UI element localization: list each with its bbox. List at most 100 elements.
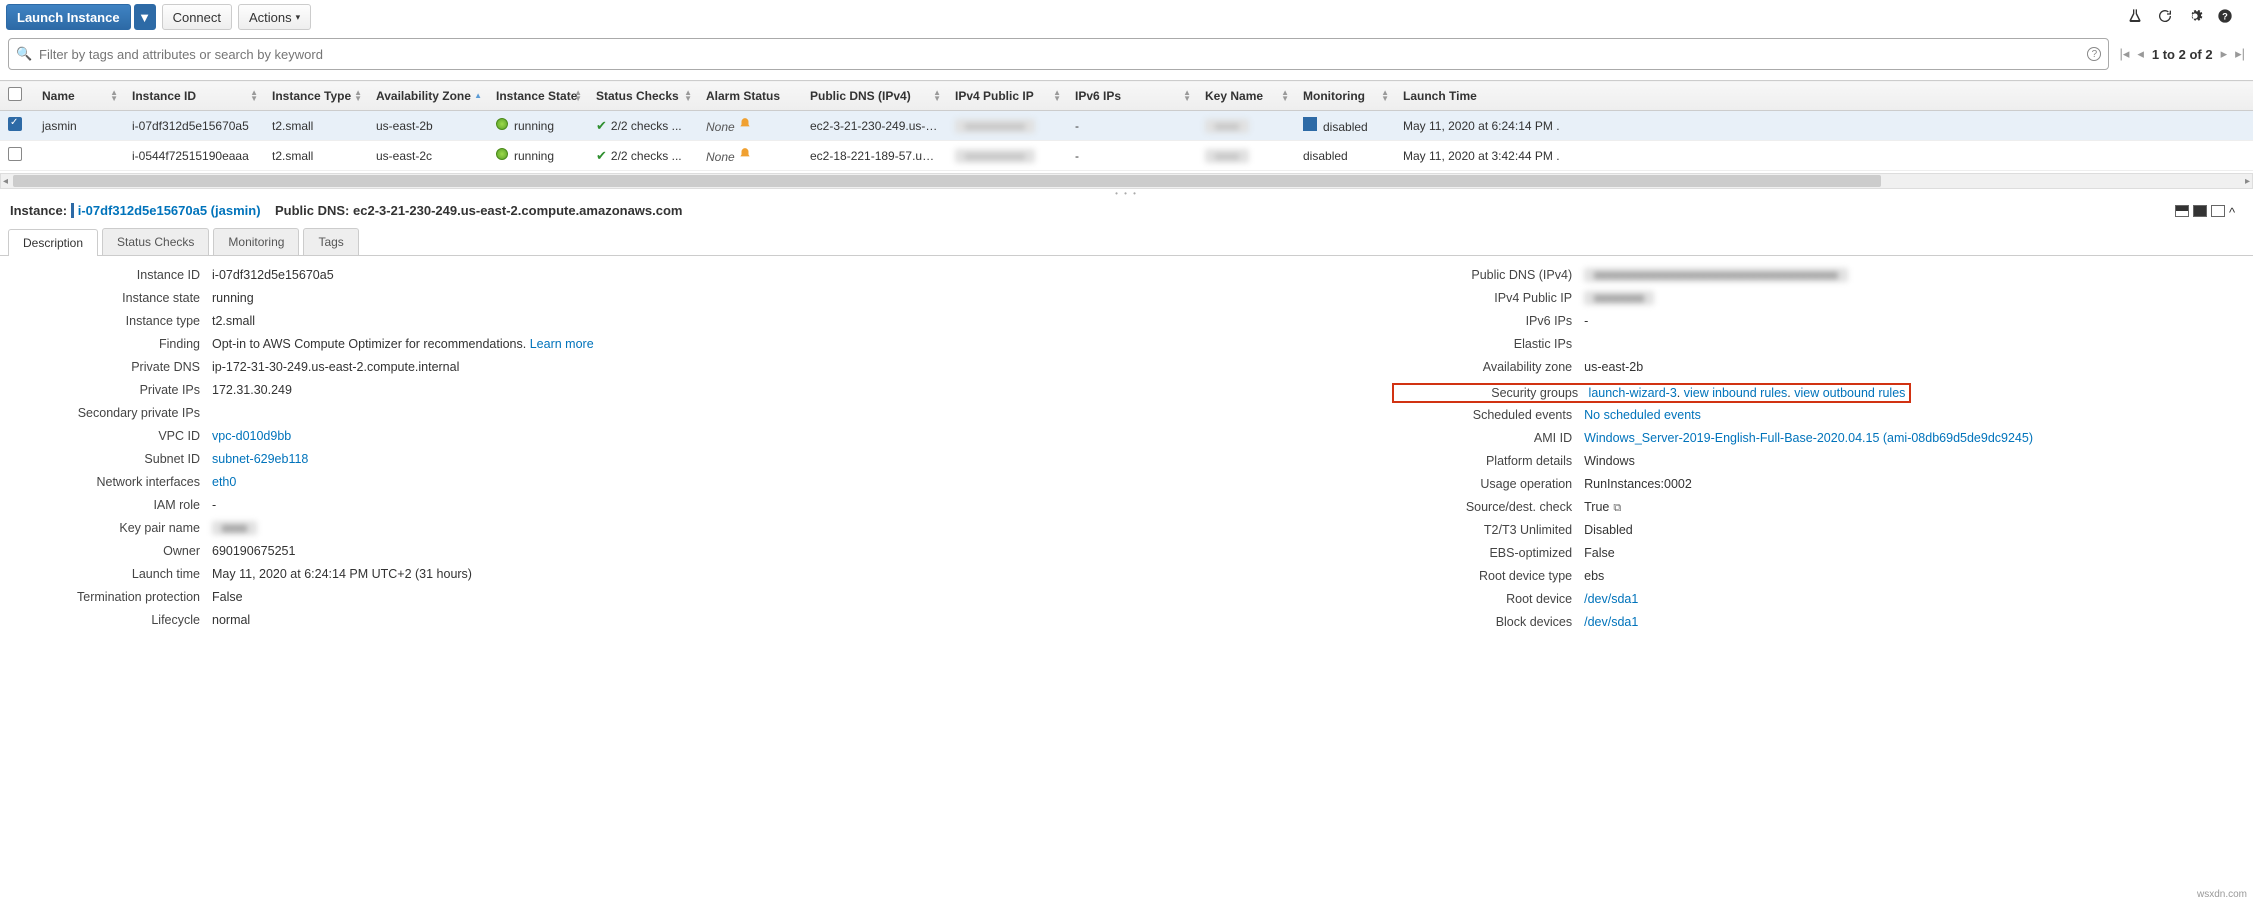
lbl-launch-time: Launch time [20, 567, 200, 581]
table-row[interactable]: i-0544f72515190eaaat2.smallus-east-2crun… [0, 141, 2253, 171]
cell-monitoring: disabled [1295, 141, 1395, 171]
col-monitoring[interactable]: Monitoring▲▼ [1295, 81, 1395, 111]
refresh-icon[interactable] [2157, 8, 2173, 27]
cell-instance-id: i-07df312d5e15670a5 [124, 111, 264, 141]
cell-availability-zone: us-east-2c [368, 141, 488, 171]
lbl-block-devices: Block devices [1392, 615, 1572, 629]
col-ipv4[interactable]: IPv4 Public IP▲▼ [947, 81, 1067, 111]
val-ami-id[interactable]: Windows_Server-2019-English-Full-Base-20… [1584, 431, 2033, 445]
val-vpc-id[interactable]: vpc-d010d9bb [212, 429, 291, 443]
state-running-icon [496, 118, 508, 130]
col-instance-state[interactable]: Instance State▲▼ [488, 81, 588, 111]
page-first-icon[interactable]: |◂ [2119, 46, 2129, 62]
col-status-checks[interactable]: Status Checks▲▼ [588, 81, 698, 111]
col-launch-time[interactable]: Launch Time [1395, 81, 2253, 111]
cell-alarm-status: None [698, 141, 802, 171]
horizontal-scrollbar[interactable]: ◂ ▸ [0, 173, 2253, 189]
link-view-inbound-rules[interactable]: view inbound rules [1684, 386, 1788, 400]
monitoring-basic-icon [1303, 117, 1317, 131]
lbl-instance-id: Instance ID [20, 268, 200, 282]
table-header-row: Name▲▼ Instance ID▲▼ Instance Type▲▼ Ava… [0, 81, 2253, 111]
val-scheduled-events[interactable]: No scheduled events [1584, 408, 1701, 422]
actions-button[interactable]: Actions▾ [238, 4, 311, 30]
lbl-public-dns-ipv4: Public DNS (IPv4) [1392, 268, 1572, 282]
cell-monitoring: disabled [1295, 111, 1395, 141]
alarm-bell-icon[interactable] [738, 117, 752, 131]
launch-instance-button[interactable]: Launch Instance [6, 4, 131, 30]
val-root-device[interactable]: /dev/sda1 [1584, 592, 1638, 606]
val-subnet-id[interactable]: subnet-629eb118 [212, 452, 308, 466]
filter-input[interactable] [8, 38, 2109, 70]
cell-name [34, 141, 124, 171]
col-ipv6[interactable]: IPv6 IPs▲▼ [1067, 81, 1197, 111]
col-key-name[interactable]: Key Name▲▼ [1197, 81, 1295, 111]
alarm-bell-icon[interactable] [738, 147, 752, 161]
val-availability-zone: us-east-2b [1584, 360, 1643, 374]
instance-id-title[interactable]: i-07df312d5e15670a5 (jasmin) [71, 203, 261, 218]
val-network-interfaces[interactable]: eth0 [212, 475, 236, 489]
table-row[interactable]: jasmini-07df312d5e15670a5t2.smallus-east… [0, 111, 2253, 141]
scroll-left-icon[interactable]: ◂ [3, 176, 8, 187]
copy-icon[interactable]: ⧉ [1613, 502, 1621, 514]
val-platform-details: Windows [1584, 454, 1635, 468]
lbl-ebs-optimized: EBS-optimized [1392, 546, 1572, 560]
panel-splitter[interactable]: • • • [0, 189, 2253, 197]
val-security-group-name[interactable]: launch-wizard-3 [1589, 386, 1677, 400]
val-key-pair-name: xxxx [212, 521, 257, 535]
connect-button[interactable]: Connect [162, 4, 232, 30]
tab-description[interactable]: Description [8, 229, 98, 256]
search-wrap: 🔍 ? [8, 38, 2109, 70]
val-root-device-type: ebs [1584, 569, 1604, 583]
layout-3-icon[interactable] [2211, 205, 2225, 217]
pager: |◂ ◂ 1 to 2 of 2 ▸ ▸| [2119, 46, 2245, 62]
cell-public-dns: ec2-3-21-230-249.us-e... [802, 111, 947, 141]
tab-status-checks[interactable]: Status Checks [102, 228, 209, 255]
row-checkbox[interactable] [8, 117, 22, 131]
gear-icon[interactable] [2187, 8, 2203, 27]
cell-availability-zone: us-east-2b [368, 111, 488, 141]
tab-monitoring[interactable]: Monitoring [213, 228, 299, 255]
val-usage-operation: RunInstances:0002 [1584, 477, 1692, 491]
val-instance-state: running [212, 291, 254, 305]
row-checkbox[interactable] [8, 147, 22, 161]
col-public-dns[interactable]: Public DNS (IPv4)▲▼ [802, 81, 947, 111]
col-instance-type[interactable]: Instance Type▲▼ [264, 81, 368, 111]
lbl-secondary-private-ips: Secondary private IPs [20, 406, 200, 420]
layout-1-icon[interactable] [2175, 205, 2189, 217]
layout-2-icon[interactable] [2193, 205, 2207, 217]
filter-help-icon[interactable]: ? [2087, 47, 2101, 61]
col-name[interactable]: Name▲▼ [34, 81, 124, 111]
chevron-up-icon[interactable]: ^ [2229, 205, 2243, 217]
col-instance-id[interactable]: Instance ID▲▼ [124, 81, 264, 111]
col-availability-zone[interactable]: Availability Zone▲ [368, 81, 488, 111]
val-public-dns-ipv4: xxxxxxxxxxxxxxxxxxxxxxxxxxxxxxxxxxxxxxx [1584, 268, 1848, 282]
lbl-platform-details: Platform details [1392, 454, 1572, 468]
learn-more-link[interactable]: Learn more [530, 337, 594, 351]
scrollbar-thumb[interactable] [13, 175, 1881, 187]
public-dns-label: Public DNS: [275, 203, 349, 218]
svg-text:?: ? [2222, 11, 2228, 21]
cell-ipv6: - [1067, 141, 1197, 171]
panel-layout-icons: ^ [2175, 205, 2243, 217]
val-termination-protection: False [212, 590, 243, 604]
select-all-checkbox[interactable] [8, 87, 22, 101]
page-next-icon[interactable]: ▸ [2221, 46, 2228, 62]
val-block-devices[interactable]: /dev/sda1 [1584, 615, 1638, 629]
val-lifecycle: normal [212, 613, 250, 627]
val-instance-id: i-07df312d5e15670a5 [212, 268, 334, 282]
lbl-t2t3-unlimited: T2/T3 Unlimited [1392, 523, 1572, 537]
col-alarm-status[interactable]: Alarm Status [698, 81, 802, 111]
page-last-icon[interactable]: ▸| [2235, 46, 2245, 62]
lbl-root-device-type: Root device type [1392, 569, 1572, 583]
science-icon[interactable] [2127, 8, 2143, 27]
scroll-right-icon[interactable]: ▸ [2245, 176, 2250, 187]
val-ipv4-public-ip: xxxxxxxx [1584, 291, 1654, 305]
link-view-outbound-rules[interactable]: view outbound rules [1794, 386, 1905, 400]
launch-instance-dropdown[interactable]: ▼ [134, 4, 156, 30]
help-icon[interactable]: ? [2217, 8, 2233, 27]
cell-key-name: xxxx [1197, 111, 1295, 141]
lbl-instance-type: Instance type [20, 314, 200, 328]
page-prev-icon[interactable]: ◂ [2137, 46, 2144, 62]
tab-tags[interactable]: Tags [303, 228, 358, 255]
select-all-header[interactable] [0, 81, 34, 111]
